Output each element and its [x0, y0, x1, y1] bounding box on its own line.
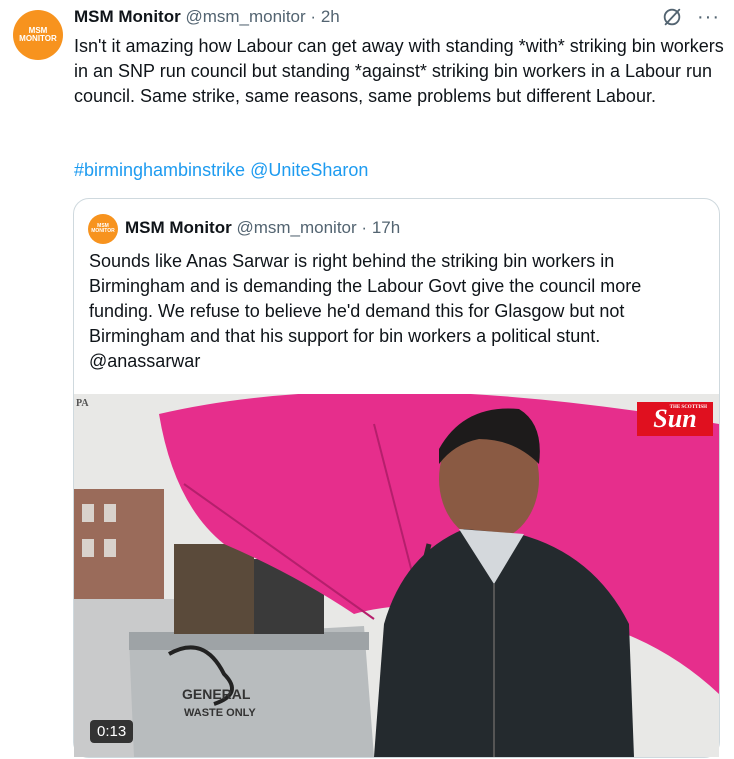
quoted-author-name[interactable]: MSM Monitor	[125, 218, 232, 237]
author-handle[interactable]: @msm_monitor	[185, 7, 305, 26]
separator: ·	[361, 218, 368, 237]
video-frame: GENERAL WASTE ONLY	[74, 394, 719, 757]
quoted-author-handle[interactable]: @msm_monitor	[236, 218, 356, 237]
more-icon[interactable]: ···	[697, 7, 720, 27]
quoted-text-body: Sounds like Anas Sarwar is right behind …	[89, 251, 642, 346]
pa-watermark: PA	[76, 398, 89, 409]
video-player[interactable]: GENERAL WASTE ONLY PA THE SCOTTISH Sun 0…	[74, 394, 719, 757]
mention-link[interactable]: @UniteSharon	[250, 160, 368, 180]
tweet-text: Isn't it amazing how Labour can get away…	[74, 36, 729, 106]
author-avatar[interactable]: MSM MONITOR	[13, 10, 63, 60]
quoted-tweet-header: MSM Monitor @msm_monitor · 17h	[125, 218, 400, 238]
quoted-tweet-time[interactable]: 17h	[372, 218, 400, 237]
video-duration-badge: 0:13	[90, 720, 134, 743]
separator: ·	[310, 7, 317, 26]
bin-label: WASTE ONLY	[184, 707, 256, 719]
quoted-author-avatar[interactable]: MSM MONITOR	[88, 214, 118, 244]
avatar-text: MONITOR	[19, 34, 57, 43]
author-name[interactable]: MSM Monitor	[74, 7, 181, 26]
bin-label: GENERAL	[182, 686, 251, 702]
tweet-tags: #birminghambinstrike @UniteSharon	[74, 158, 368, 183]
avatar-text: MONITOR	[91, 228, 115, 234]
scottish-sun-logo: THE SCOTTISH Sun	[637, 402, 713, 436]
quoted-tweet-text: Sounds like Anas Sarwar is right behind …	[89, 249, 709, 374]
hashtag-link[interactable]: #birminghambinstrike	[74, 160, 245, 180]
grok-icon[interactable]	[661, 6, 683, 28]
tweet-time[interactable]: 2h	[321, 7, 340, 26]
tweet-actions: ···	[661, 6, 720, 28]
sun-small-label: THE SCOTTISH	[669, 405, 707, 410]
quoted-mention[interactable]: @anassarwar	[89, 351, 200, 371]
tweet-header: MSM Monitor @msm_monitor · 2h	[74, 7, 340, 27]
